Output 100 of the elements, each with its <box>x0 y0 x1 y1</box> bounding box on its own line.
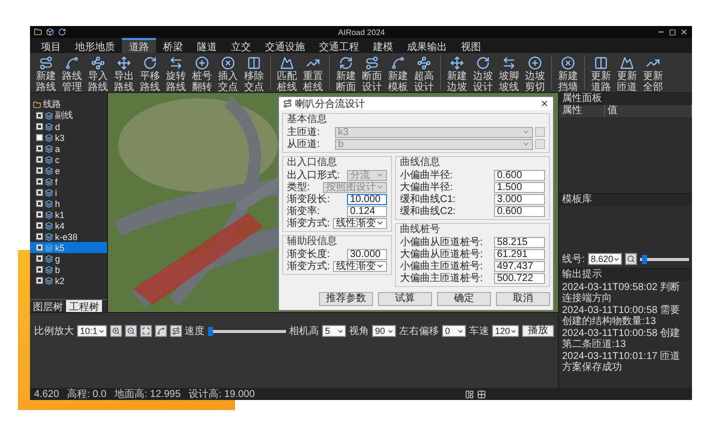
tree-row[interactable]: g <box>30 253 107 264</box>
dialog-button[interactable]: 试算 <box>378 292 432 306</box>
line-slider[interactable] <box>640 254 689 264</box>
dropdown[interactable]: 8.620 <box>588 253 622 265</box>
slider-thumb[interactable] <box>642 254 648 264</box>
input-field[interactable]: 497.437 <box>494 260 545 272</box>
toolbar-button[interactable]: 新建路线 <box>34 55 58 94</box>
dropdown[interactable]: 0 <box>442 325 466 337</box>
input-field[interactable]: 0.600 <box>494 206 545 216</box>
input-field[interactable]: 61.291 <box>494 248 545 260</box>
toolbar-button[interactable]: 超高设计 <box>412 55 436 94</box>
tree-row[interactable]: i <box>30 187 107 198</box>
menu-tab[interactable]: 交通工程 <box>312 38 366 53</box>
tree-row[interactable]: k2 <box>30 275 107 286</box>
menu-tab[interactable]: 桥梁 <box>156 38 190 53</box>
tree-row[interactable]: f <box>30 176 107 187</box>
toolbar-button[interactable]: 重置桩线 <box>301 55 325 94</box>
toolbar-button[interactable]: 新建模板 <box>386 55 410 94</box>
input-field[interactable]: 58.215 <box>494 236 545 248</box>
play-button[interactable]: 播放 <box>522 325 554 337</box>
input-field[interactable]: 10.000 <box>347 194 387 204</box>
slider-thumb[interactable] <box>208 326 213 336</box>
zoom-out-button[interactable] <box>124 325 137 337</box>
curve-button[interactable] <box>154 325 167 337</box>
checkbox[interactable] <box>36 134 43 141</box>
menu-tab[interactable]: 视图 <box>454 38 488 53</box>
checkbox[interactable] <box>36 222 43 229</box>
input-field[interactable]: 500.722 <box>494 272 545 284</box>
dropdown[interactable]: 120 <box>492 325 519 337</box>
toolbar-button[interactable]: 更新全部 <box>641 55 665 94</box>
checkbox[interactable] <box>36 156 43 163</box>
layout-icon[interactable] <box>464 390 474 398</box>
toolbar-button[interactable]: 更新道路 <box>589 55 613 94</box>
input-field[interactable]: 30.000 <box>347 248 387 260</box>
toolbar-button[interactable]: 桩号翻转 <box>190 55 214 94</box>
dropdown[interactable]: 5 <box>322 325 346 337</box>
toolbar-button[interactable]: 匹配桩线 <box>275 55 299 94</box>
panel-tab[interactable]: 工程树 <box>66 300 102 312</box>
toolbar-button[interactable]: 坡脚坡线 <box>497 55 521 94</box>
menu-tab[interactable]: 立交 <box>224 38 258 53</box>
toolbar-button[interactable]: 导入路线 <box>86 55 110 94</box>
checkbox[interactable] <box>36 145 43 152</box>
menu-tab[interactable]: 项目 <box>34 38 68 53</box>
checkbox[interactable] <box>36 112 43 119</box>
toolbar-button[interactable]: 新建挡墙 <box>556 55 580 94</box>
checkbox[interactable] <box>36 189 43 196</box>
checkbox[interactable] <box>36 277 43 284</box>
menu-tab[interactable]: 成果输出 <box>400 38 454 53</box>
dropdown[interactable]: 10:1 <box>77 325 107 337</box>
input-field[interactable]: 3.000 <box>494 194 545 204</box>
tree-row[interactable]: k1 <box>30 209 107 220</box>
menu-tab[interactable]: 隧道 <box>190 38 224 53</box>
input-field[interactable]: 0.600 <box>494 170 545 180</box>
tree-row[interactable]: b <box>30 264 107 275</box>
checkbox[interactable] <box>36 167 43 174</box>
tree-row[interactable]: d <box>30 121 107 132</box>
dropdown[interactable]: 线性渐变 <box>333 260 387 272</box>
tree-row[interactable]: h <box>30 198 107 209</box>
checkbox[interactable] <box>36 266 43 273</box>
checkbox[interactable] <box>36 200 43 207</box>
toolbar-button[interactable]: 平移路线 <box>138 55 162 94</box>
toolbar-button[interactable]: 新建边坡 <box>445 55 469 94</box>
folder-icon[interactable] <box>34 28 42 36</box>
tree-row[interactable]: k5 <box>30 242 107 253</box>
close-icon[interactable] <box>540 99 549 108</box>
dropdown[interactable]: 90 <box>372 325 396 337</box>
checkbox[interactable] <box>36 255 43 262</box>
menu-tab[interactable]: 建模 <box>366 38 400 53</box>
toolbar-button[interactable]: 边坡设计 <box>471 55 495 94</box>
checkbox[interactable] <box>36 233 43 240</box>
grid-icon[interactable] <box>476 390 486 398</box>
toolbar-button[interactable]: 导出路线 <box>112 55 136 94</box>
menu-tab[interactable]: 道路 <box>122 38 156 53</box>
checkbox[interactable] <box>36 123 43 130</box>
toolbar-button[interactable]: 新建断面 <box>334 55 358 94</box>
toolbar-button[interactable]: 边坡剪切 <box>523 55 547 94</box>
dialog-button[interactable]: 取消 <box>496 292 550 306</box>
tree-row[interactable]: a <box>30 143 107 154</box>
input-field[interactable]: 0.124 <box>347 206 387 216</box>
toolbar-button[interactable]: 插入交点 <box>216 55 240 94</box>
dropdown[interactable]: 线性渐变 <box>333 218 387 228</box>
search-button[interactable] <box>625 253 638 265</box>
maximize-icon[interactable] <box>669 28 676 36</box>
tree-row[interactable]: k-e38 <box>30 231 107 242</box>
tree-row[interactable]: c <box>30 154 107 165</box>
tree-row[interactable]: e <box>30 165 107 176</box>
tree-row[interactable]: k4 <box>30 220 107 231</box>
zoom-in-button[interactable] <box>110 325 122 337</box>
dialog-button[interactable]: 确定 <box>437 292 491 306</box>
input-field[interactable]: 1.500 <box>494 182 545 192</box>
tree-row[interactable]: k3 <box>30 132 107 143</box>
dialog-button[interactable]: 推荐参数 <box>319 292 373 306</box>
redo-icon[interactable] <box>58 28 66 36</box>
menu-tab[interactable]: 交通设施 <box>258 38 312 53</box>
toolbar-button[interactable]: 更新匝道 <box>615 55 639 94</box>
tree-row[interactable]: 副线 <box>30 110 107 121</box>
toolbar-button[interactable]: 移除交点 <box>242 55 266 94</box>
checkbox[interactable] <box>36 211 43 218</box>
route-button[interactable] <box>170 325 182 337</box>
tree-item[interactable]: 线路 <box>43 98 61 111</box>
